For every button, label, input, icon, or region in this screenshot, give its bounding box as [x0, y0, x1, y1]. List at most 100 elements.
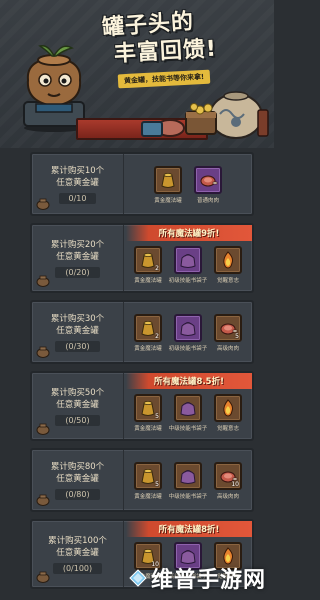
reward-item[interactable]: 中级技能书袋子: [168, 462, 208, 500]
pot-icon: [36, 423, 50, 435]
reward-slot: 2: [134, 246, 162, 274]
reward-item[interactable]: 5 高级肉肉: [211, 314, 245, 352]
tier-requirement-line-1: 累计购买10个: [50, 165, 105, 176]
pot-icon: [36, 198, 50, 210]
pot-icon: [36, 346, 50, 358]
tier-requirement: 累计购买20个 任意黄金罐 (0/20): [32, 225, 124, 291]
reward-quantity: 10: [231, 481, 239, 488]
reward-slot: 5: [214, 314, 242, 342]
tier-progress: (0/30): [55, 340, 100, 352]
book-bag-icon: [180, 470, 196, 484]
pot-icon: [36, 494, 50, 506]
book-bag-icon: [180, 254, 196, 268]
tier-rewards: 2 黄金魔法罐 初级技能书袋子 5 高级肉肉: [124, 302, 252, 362]
reward-slot: [174, 314, 202, 342]
reward-slot: 10: [214, 462, 242, 490]
reward-item[interactable]: 2 黄金魔法罐: [131, 314, 165, 352]
reward-name: 黄金魔法罐: [134, 494, 162, 500]
flame-will-icon: [223, 251, 233, 269]
reward-tier: 累计购买10个 任意黄金罐 0/10 黄金魔法罐 普通肉肉: [30, 152, 254, 216]
reward-quantity: 5: [155, 413, 159, 420]
reward-name: 高级肉肉: [216, 346, 239, 352]
reward-slot: [214, 246, 242, 274]
pot-icon: [36, 571, 50, 583]
reward-slot: [174, 462, 202, 490]
meat-icon: [200, 175, 218, 187]
reward-item[interactable]: 觉醒意志: [211, 394, 245, 432]
reward-name: 黄金魔法罐: [134, 426, 162, 432]
reward-tier: 所有魔法罐8.5折! 累计购买50个 任意黄金罐 (0/50) 5 黄金魔法罐: [30, 371, 254, 441]
tier-progress: 0/10: [58, 192, 97, 204]
reward-name: 高级肉肉: [216, 494, 239, 500]
reward-item[interactable]: 黄金魔法罐: [151, 166, 185, 204]
reward-item[interactable]: 10 高级肉肉: [211, 462, 245, 500]
pot-icon: [36, 275, 50, 287]
reward-name: 黄金魔法罐: [134, 278, 162, 284]
tier-progress: (0/100): [52, 562, 103, 574]
tier-progress: (0/20): [55, 266, 100, 278]
tier-progress: (0/50): [55, 414, 100, 426]
reward-slot: 5: [134, 394, 162, 422]
tier-requirement: 累计购买80个 任意黄金罐 (0/80): [32, 450, 124, 510]
reward-name: 中级技能书袋子: [168, 426, 208, 432]
tier-requirement: 累计购买30个 任意黄金罐 (0/30): [32, 302, 124, 362]
reward-quantity: 5: [235, 333, 239, 340]
golden-jar-icon: [161, 173, 175, 188]
book-bag-icon: [180, 322, 196, 336]
reward-name: 中级技能书袋子: [168, 494, 208, 500]
reward-item[interactable]: 中级技能书袋子: [168, 394, 208, 432]
book-bag-icon: [180, 402, 196, 416]
reward-quantity: 2: [155, 333, 159, 340]
discount-banner: 所有魔法罐8.5折!: [126, 373, 252, 389]
tier-requirement-line-2: 任意黄金罐: [56, 325, 99, 336]
reward-tier: 累计购买80个 任意黄金罐 (0/80) 5 黄金魔法罐 中级技能书袋子 10 …: [30, 448, 254, 512]
reward-tier: 所有魔法罐9折! 累计购买20个 任意黄金罐 (0/20) 2 黄金魔法罐 初级…: [30, 223, 254, 293]
reward-name: 黄金魔法罐: [154, 198, 182, 204]
reward-name: 黄金魔法罐: [134, 346, 162, 352]
reward-slot: [214, 394, 242, 422]
tier-requirement-line-2: 任意黄金罐: [56, 399, 99, 410]
reward-slot: 5: [134, 462, 162, 490]
reward-slot: [154, 166, 182, 194]
tier-requirement-line-1: 累计购买30个: [50, 313, 105, 324]
reward-slot: 2: [134, 314, 162, 342]
tier-requirement-line-1: 累计购买20个: [50, 239, 105, 250]
reward-name: 觉醒意志: [216, 426, 239, 432]
tier-requirement-line-2: 任意黄金罐: [56, 473, 99, 484]
watermark-text: 维普手游网: [150, 568, 266, 593]
reward-tier: 累计购买30个 任意黄金罐 (0/30) 2 黄金魔法罐 初级技能书袋子 5 高…: [30, 300, 254, 364]
reward-name: 普通肉肉: [196, 198, 219, 204]
reward-item[interactable]: 初级技能书袋子: [168, 246, 208, 284]
promo-header: 罐子头的 丰富回馈! 黄金罐，技能书等你来拿!: [0, 0, 274, 148]
tier-requirement-line-2: 任意黄金罐: [56, 547, 99, 558]
discount-banner: 所有魔法罐8折!: [126, 521, 252, 537]
tier-requirement: 累计购买100个 任意黄金罐 (0/100): [32, 521, 124, 587]
reward-item[interactable]: 初级技能书袋子: [168, 314, 208, 352]
reward-name: 觉醒意志: [216, 278, 239, 284]
reward-name: 初级技能书袋子: [168, 278, 208, 284]
tier-requirement-line-1: 累计购买80个: [50, 461, 105, 472]
tier-rewards: 黄金魔法罐 普通肉肉: [124, 154, 252, 214]
diamond-logo-icon: [129, 569, 147, 587]
reward-item[interactable]: 5 黄金魔法罐: [131, 394, 165, 432]
reward-item[interactable]: 5 黄金魔法罐: [131, 462, 165, 500]
reward-quantity: 5: [155, 481, 159, 488]
reward-item[interactable]: 觉醒意志: [211, 246, 245, 284]
tier-progress: (0/80): [55, 488, 100, 500]
tier-rewards: 5 黄金魔法罐 中级技能书袋子 10 高级肉肉: [124, 450, 252, 510]
reward-item[interactable]: 普通肉肉: [191, 166, 225, 204]
flame-will-icon: [223, 399, 233, 417]
site-watermark: 维普手游网: [129, 562, 266, 594]
tier-requirement: 累计购买50个 任意黄金罐 (0/50): [32, 373, 124, 439]
reward-item[interactable]: 2 黄金魔法罐: [131, 246, 165, 284]
discount-banner: 所有魔法罐9折!: [126, 225, 252, 241]
tier-requirement-line-2: 任意黄金罐: [56, 251, 99, 262]
reward-name: 初级技能书袋子: [168, 346, 208, 352]
reward-slot: [174, 394, 202, 422]
tier-requirement-line-1: 累计购买100个: [48, 535, 107, 546]
tier-requirement-line-2: 任意黄金罐: [56, 177, 99, 188]
reward-slot: [194, 166, 222, 194]
reward-tier-list: 累计购买10个 任意黄金罐 0/10 黄金魔法罐 普通肉肉 所有魔法罐9折! 累…: [30, 152, 254, 596]
promo-title: 罐子头的 丰富回馈!: [96, 9, 266, 80]
reward-quantity: 2: [155, 265, 159, 272]
